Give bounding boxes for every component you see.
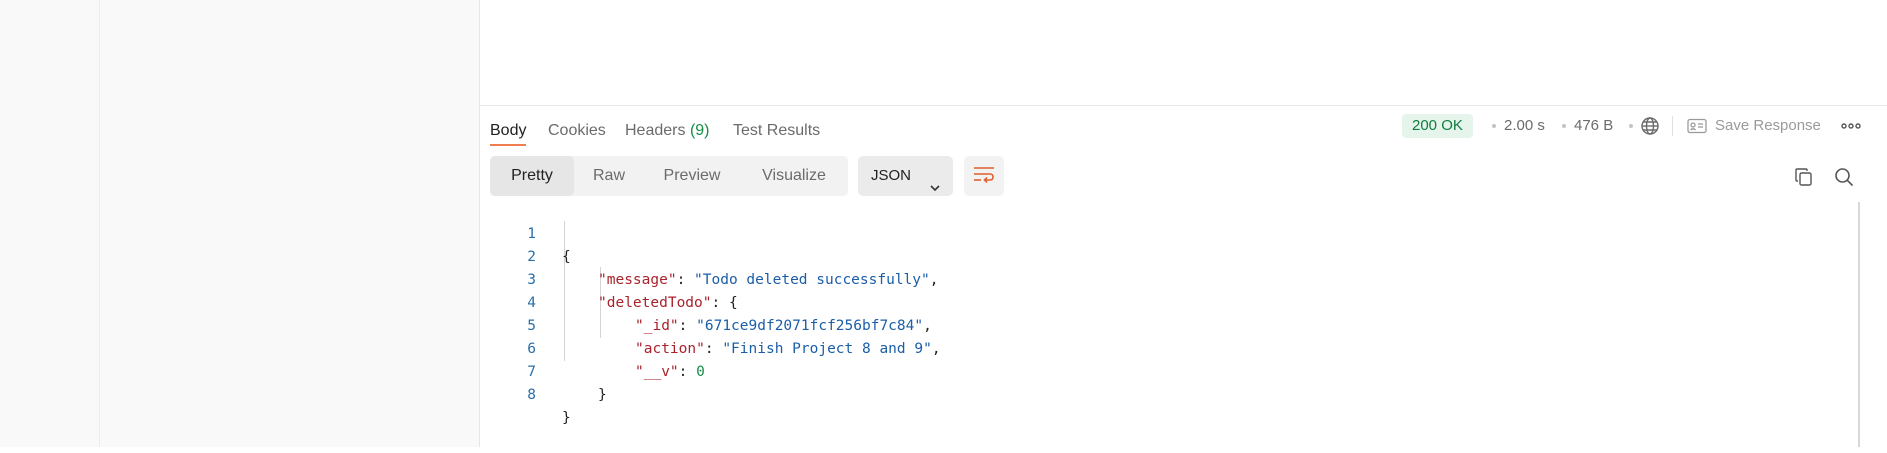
view-mode-preview[interactable]: Preview [644, 156, 740, 196]
code-line: 8 } [480, 361, 1860, 426]
line-number: 8 [527, 387, 536, 403]
response-body-editor[interactable]: 1 { 2 "message": "Todo deleted successfu… [480, 200, 1860, 440]
view-mode-pretty[interactable]: Pretty [490, 156, 574, 196]
tab-body-label: Body [490, 122, 527, 139]
status-badge[interactable]: 200 OK [1402, 114, 1473, 138]
code-line: 3 "deletedTodo": { [480, 246, 1860, 311]
response-pane: Body Cookies Headers (9) Test Results 20… [480, 0, 1887, 447]
copy-icon[interactable] [1792, 165, 1816, 189]
separator-dot [1492, 124, 1496, 128]
view-mode-selector: Pretty Raw Preview Visualize [490, 156, 848, 196]
tab-cookies-label: Cookies [548, 122, 606, 139]
search-icon[interactable] [1832, 165, 1856, 189]
separator-dot [1562, 124, 1566, 128]
tab-headers-label: Headers [625, 122, 686, 139]
code-text: } [598, 387, 607, 403]
divider [1672, 116, 1673, 136]
tab-test-results[interactable]: Test Results [733, 116, 820, 146]
code-line: 6 "__v": 0 [480, 315, 1860, 380]
editor-scrollbar[interactable] [1858, 202, 1860, 447]
save-response-button[interactable]: Save Response [1715, 114, 1821, 138]
response-time[interactable]: 2.00 s [1504, 114, 1545, 138]
response-tabs: Body Cookies Headers (9) Test Results [480, 106, 1887, 146]
tab-headers[interactable]: Headers (9) [625, 116, 710, 146]
code-line: 2 "message": "Todo deleted successfully"… [480, 223, 1860, 288]
left-panel [100, 0, 480, 447]
view-mode-raw[interactable]: Raw [574, 156, 644, 196]
format-select[interactable]: JSON [858, 156, 953, 196]
view-mode-visualize[interactable]: Visualize [740, 156, 848, 196]
wrap-lines-button[interactable] [964, 156, 1004, 196]
more-icon[interactable] [1840, 116, 1862, 136]
tab-body[interactable]: Body [490, 116, 527, 146]
wrap-lines-icon [973, 165, 995, 188]
headers-count: (9) [689, 122, 710, 139]
globe-icon[interactable] [1638, 114, 1662, 138]
left-rail [0, 0, 100, 447]
save-response-icon[interactable] [1686, 116, 1708, 136]
tab-cookies[interactable]: Cookies [548, 116, 606, 146]
code-text: } [562, 410, 571, 426]
request-area [480, 0, 1887, 106]
code-line: 7 } [480, 338, 1860, 403]
separator-dot [1629, 124, 1633, 128]
code-line: 1 { [480, 200, 1860, 265]
response-size[interactable]: 476 B [1574, 114, 1613, 138]
tab-test-results-label: Test Results [733, 122, 821, 139]
code-line: 5 "action": "Finish Project 8 and 9", [480, 292, 1860, 357]
code-line: 4 "_id": "671ce9df2071fcf256bf7c84", [480, 269, 1860, 334]
format-select-label: JSON [871, 167, 912, 184]
